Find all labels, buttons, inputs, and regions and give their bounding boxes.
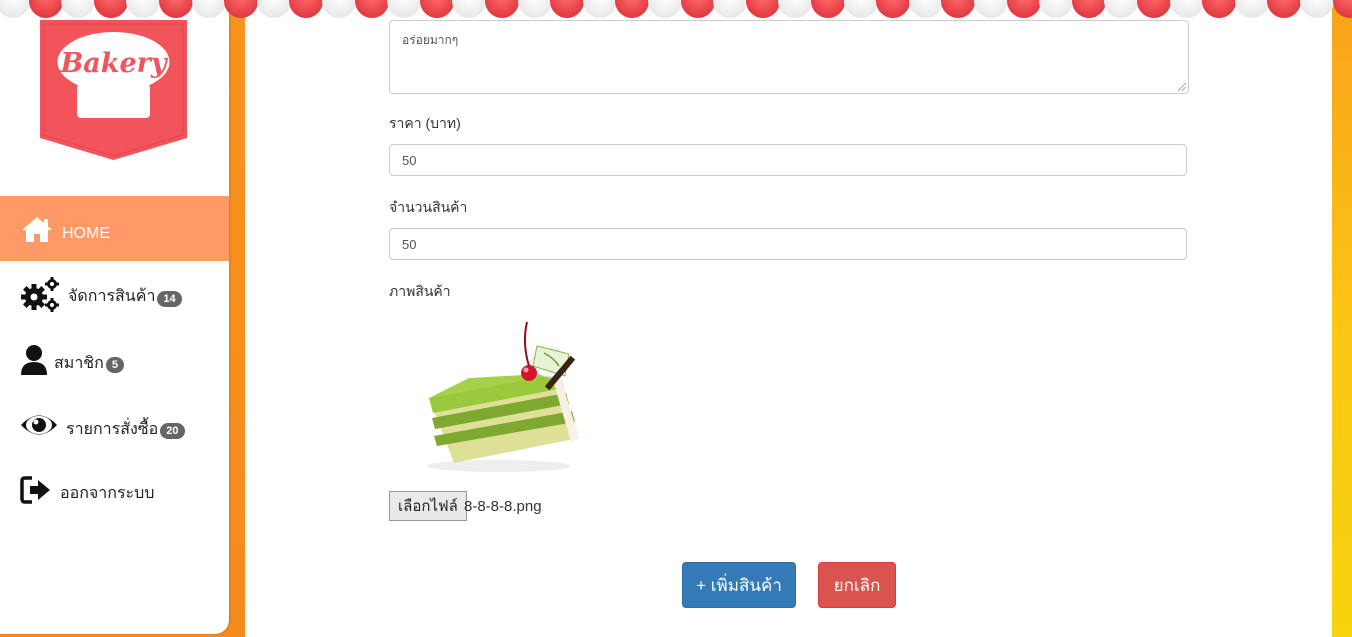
awning-scallop [745,0,780,18]
eye-icon [20,412,58,438]
cancel-button[interactable]: ยกเลิก [818,562,896,608]
price-label: ราคา (บาท) [389,115,461,131]
sidebar-item-home[interactable]: HOME [0,196,229,261]
awning-scallop [1169,0,1204,18]
sidebar-item-orders[interactable]: รายการสั่งซื้อ 20 [0,392,229,457]
awning-scallop [811,0,845,18]
products-count-badge: 14 [157,290,182,307]
awning-scallop [354,0,389,18]
awning-scallop [582,0,617,18]
awning-scallop [0,0,30,18]
awning-scallop [1234,0,1269,18]
awning-scallop [452,0,487,18]
awning-scallop [908,0,943,18]
detail-textarea[interactable]: อร่อยมากๆ [389,20,1189,94]
awning-scallop [680,0,715,18]
awning-scallop [1104,0,1139,18]
awning-scallop [126,0,161,18]
product-image [419,318,599,478]
awning-scallop [322,0,356,18]
sidebar-item-logout[interactable]: ออกจากระบบ [0,457,229,522]
awning-scallop [387,0,422,18]
awning-scallop [1332,0,1352,18]
sidebar-item-members[interactable]: สมาชิก 5 [0,327,229,392]
sidebar-item-products[interactable]: จัดการสินค้า 14 [0,262,229,327]
awning-scallop [419,0,454,18]
quantity-input[interactable]: 50 [389,228,1187,260]
gears-icon [20,276,60,313]
resize-handle[interactable] [1178,83,1186,91]
awning-scallop [191,0,226,18]
logo-text: Bakery [59,48,168,79]
orders-count-badge: 20 [160,422,185,439]
awning-scallop [713,0,748,18]
sidebar-item-label: HOME [62,224,110,242]
awning-decoration [0,0,1352,18]
quantity-value: 50 [402,236,417,252]
awning-scallop [778,0,813,18]
sidebar-item-label: จัดการสินค้า [68,288,156,305]
awning-scallop [224,0,259,18]
home-icon [20,215,54,243]
price-value: 50 [402,152,417,168]
awning-scallop [1202,0,1237,18]
awning-scallop [1137,0,1171,18]
awning-scallop [256,0,291,18]
awning-scallop [1039,0,1074,18]
image-label: ภาพสินค้า [389,283,451,299]
price-input[interactable]: 50 [389,144,1187,176]
awning-scallop [1267,0,1302,18]
awning-scallop [28,0,63,18]
right-background [1332,0,1352,637]
bakery-logo: Bakery [40,20,187,160]
sidebar-item-label: รายการสั่งซื้อ [66,421,159,438]
members-count-badge: 5 [105,356,124,373]
awning-scallop [550,0,585,18]
detail-value: อร่อยมากๆ [402,33,459,47]
awning-scallop [1071,0,1106,18]
sidebar-item-label: สมาชิก [54,355,104,372]
sidebar: Bakery HOME จัดการสินค้า 14 สมาชิก 5 ราย… [0,0,229,634]
main-panel [245,0,1332,637]
awning-scallop [843,0,878,18]
awning-scallop [648,0,682,18]
awning-scallop [517,0,552,18]
awning-scallop [1300,0,1334,18]
awning-scallop [93,0,128,18]
quantity-label: จำนวนสินค้า [389,199,468,215]
file-name: 8-8-8-8.png [464,498,542,515]
awning-scallop [974,0,1008,18]
awning-scallop [61,0,96,18]
awning-scallop [615,0,650,18]
awning-scallop [941,0,976,18]
sidebar-item-label: ออกจากระบบ [60,485,155,502]
sign-out-icon [20,475,52,504]
awning-scallop [485,0,519,18]
awning-scallop [1006,0,1041,18]
awning-scallop [289,0,324,18]
user-icon [20,344,48,376]
add-product-button[interactable]: + เพิ่มสินค้า [682,562,796,608]
awning-scallop [876,0,911,18]
choose-file-button[interactable]: เลือกไฟล์ [389,491,467,521]
awning-scallop [159,0,193,18]
